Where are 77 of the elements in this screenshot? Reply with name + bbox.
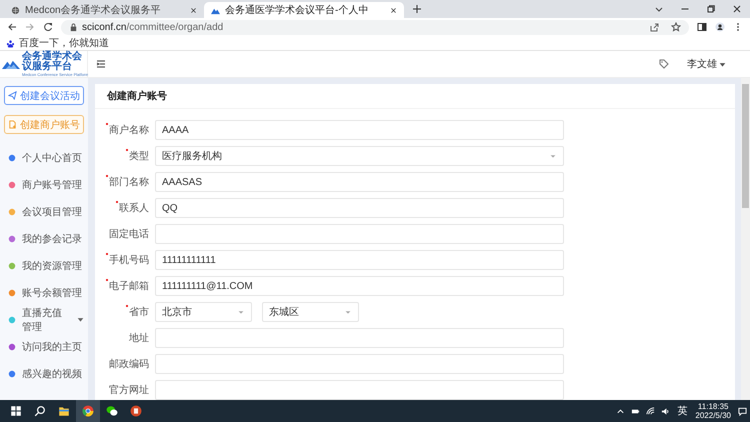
- sidebar-item[interactable]: 我的资源管理: [4, 252, 84, 279]
- sidebar-item[interactable]: 访问我的主页: [4, 333, 84, 360]
- caret-icon: [719, 60, 726, 68]
- field-label: 部门名称: [95, 175, 149, 189]
- sidebar-item[interactable]: 感兴趣的视频: [4, 360, 84, 387]
- paper-plane-icon: [8, 91, 17, 100]
- text-field[interactable]: AAASAS: [155, 172, 564, 192]
- field-label: 商户名称: [95, 123, 149, 137]
- select-field[interactable]: 东城区: [262, 302, 359, 322]
- clock-time: 11:18:35: [698, 402, 728, 411]
- profile-icon[interactable]: [715, 22, 725, 32]
- text-field[interactable]: [155, 380, 564, 400]
- star-icon[interactable]: [671, 22, 681, 32]
- caret-icon: [549, 152, 557, 160]
- address-bar[interactable]: sciconf.cn/committee/organ/add: [61, 20, 689, 34]
- restore-icon[interactable]: [706, 4, 716, 14]
- clock-date: 2022/5/30: [695, 411, 731, 420]
- menu-icon[interactable]: [96, 59, 106, 69]
- field-label: 手机号码: [95, 253, 149, 267]
- close-icon[interactable]: [390, 6, 397, 14]
- form-title: 创建商户账号: [95, 84, 735, 109]
- sidebar-panel-icon[interactable]: [697, 22, 707, 32]
- sidebar-item[interactable]: 个人中心首页: [4, 144, 84, 171]
- field-label: 地址: [128, 332, 149, 345]
- browser-tab[interactable]: 会务通医学学术会议平台-个人中: [204, 2, 404, 18]
- url-text: sciconf.cn/committee/organ/add: [82, 22, 224, 32]
- text-field[interactable]: 11111111111: [155, 250, 564, 270]
- sidebar-item[interactable]: 我的参会记录: [4, 225, 84, 252]
- field-label: 邮政编码: [108, 358, 149, 371]
- tab-title: Medcon会务通学术会议服务平: [25, 4, 162, 17]
- field-label: 固定电话: [108, 228, 149, 241]
- sidebar-item[interactable]: 会议项目管理: [4, 198, 84, 225]
- field-label: 类型: [95, 149, 149, 163]
- share-icon[interactable]: [649, 22, 659, 32]
- select-field[interactable]: 医疗服务机构: [155, 146, 564, 166]
- text-field[interactable]: 111111111@11.COM: [155, 276, 564, 296]
- text-field[interactable]: [155, 328, 564, 348]
- user-menu[interactable]: 李文雄: [687, 57, 726, 71]
- text-field[interactable]: [155, 224, 564, 244]
- wifi-icon[interactable]: [646, 406, 656, 416]
- text-field[interactable]: AAAA: [155, 120, 564, 140]
- sidebar-action-button[interactable]: 创建会议活动: [4, 86, 84, 105]
- sidebar-item[interactable]: 直播充值管理: [4, 306, 84, 333]
- caret-icon: [237, 308, 245, 316]
- globe-icon: [11, 6, 20, 14]
- back-icon[interactable]: [7, 22, 17, 32]
- field-label: 联系人: [95, 201, 149, 215]
- tag-icon[interactable]: [659, 59, 669, 69]
- browser-icon[interactable]: [76, 400, 100, 422]
- reload-icon[interactable]: [43, 22, 53, 32]
- speaker-icon[interactable]: [661, 406, 670, 416]
- bookmark-label: 百度一下，你就知道: [19, 36, 109, 50]
- close-icon[interactable]: [190, 6, 197, 14]
- mountain-logo-icon: [2, 58, 20, 70]
- field-label: 官方网址: [108, 384, 149, 397]
- paw-icon: [6, 38, 15, 48]
- lock-icon: [69, 22, 78, 32]
- field-label: 省市: [95, 305, 149, 319]
- new-tab-icon[interactable]: [412, 4, 422, 14]
- text-field[interactable]: [155, 354, 564, 374]
- input-method-indicator[interactable]: 英: [677, 404, 688, 418]
- scrollbar[interactable]: [741, 78, 750, 400]
- clock[interactable]: 11:18:35 2022/5/30: [695, 402, 731, 420]
- caret-icon: [344, 308, 352, 316]
- bookmark[interactable]: 百度一下，你就知道: [6, 36, 109, 50]
- text-field[interactable]: QQ: [155, 198, 564, 218]
- document-plus-icon: [8, 120, 17, 129]
- sidebar-item[interactable]: 商户账号管理: [4, 171, 84, 198]
- battery-icon[interactable]: [631, 406, 640, 416]
- notification-icon[interactable]: [738, 406, 747, 416]
- close-icon[interactable]: [732, 4, 742, 14]
- browser-tab[interactable]: Medcon会务通学术会议服务平: [4, 2, 204, 18]
- logo-title: 会务通学术会议服务平台: [22, 52, 83, 72]
- field-label: 电子邮箱: [95, 279, 149, 293]
- tab-title: 会务通医学学术会议平台-个人中: [225, 4, 370, 17]
- select-field[interactable]: 北京市: [155, 302, 252, 322]
- sidebar-item[interactable]: 账号余额管理: [4, 279, 84, 306]
